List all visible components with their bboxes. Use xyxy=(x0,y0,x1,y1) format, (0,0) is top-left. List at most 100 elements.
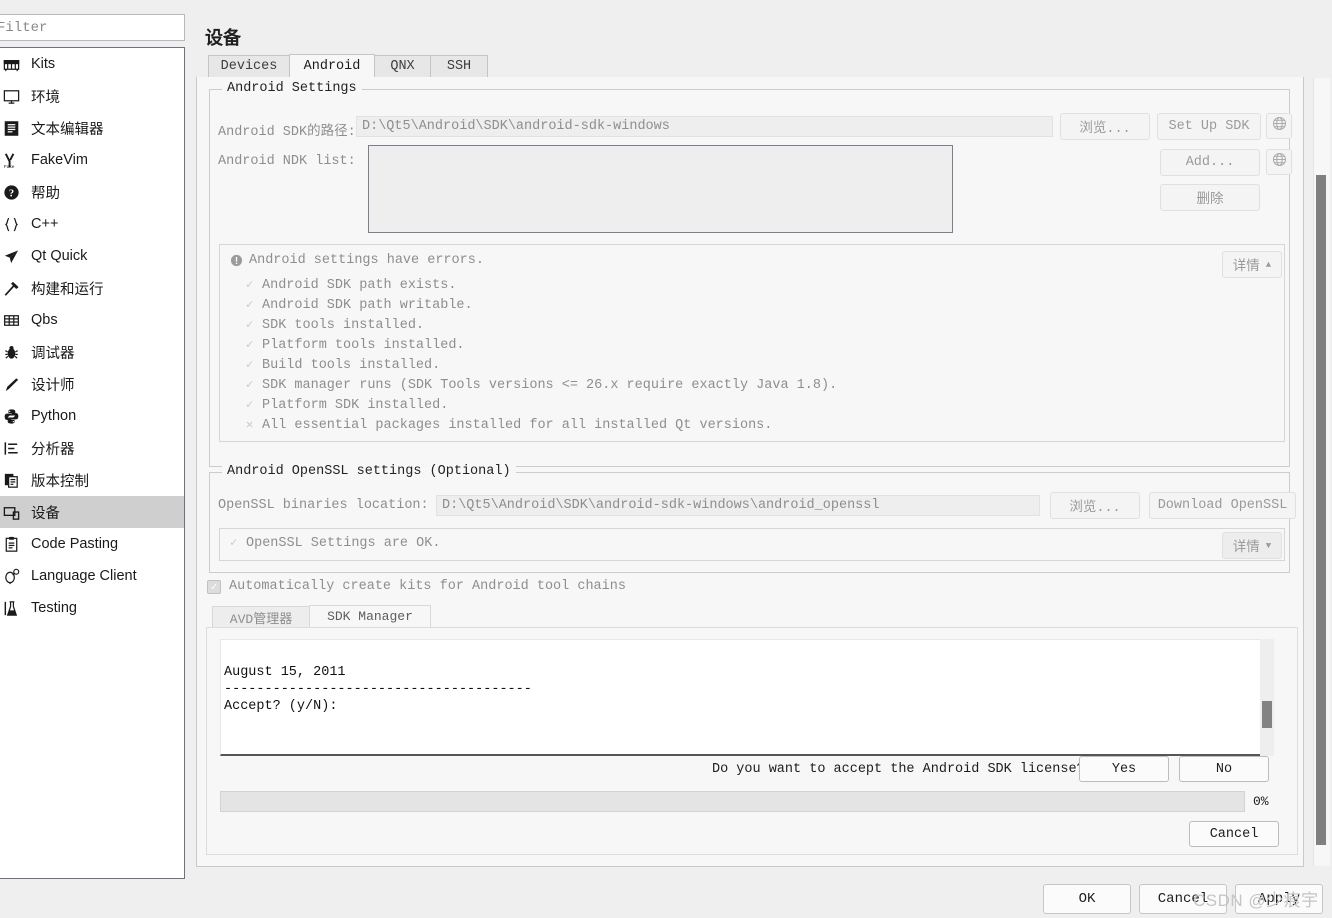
kits-icon xyxy=(1,54,21,74)
sidebar-item-label: FakeVim xyxy=(31,152,88,168)
issue-text: SDK manager runs (SDK Tools versions <= … xyxy=(262,378,838,393)
sdk-manager-panel: August 15, 2011 ------------------------… xyxy=(206,627,1298,855)
openssl-status-row: ✓ OpenSSL Settings are OK. xyxy=(230,535,440,555)
language-client-icon xyxy=(1,566,21,586)
sidebar-item-6[interactable]: Qt Quick xyxy=(0,240,184,272)
sidebar-item-label: 设计师 xyxy=(31,377,75,394)
sidebar-item-10[interactable]: 设计师 xyxy=(0,368,184,400)
sidebar-item-8[interactable]: Qbs xyxy=(0,304,184,336)
openssl-browse-button[interactable]: 浏览... xyxy=(1050,492,1140,519)
sidebar-item-label: Language Client xyxy=(31,568,137,584)
braces-icon xyxy=(1,214,21,234)
flask-icon xyxy=(1,598,21,618)
analyzer-icon xyxy=(1,438,21,458)
license-scrollbar-track[interactable] xyxy=(1260,639,1274,756)
download-openssl-button[interactable]: Download OpenSSL xyxy=(1149,492,1296,519)
issues-header: Android settings have errors. xyxy=(230,253,484,268)
pane-scrollbar-thumb[interactable] xyxy=(1316,175,1326,845)
ndk-list[interactable] xyxy=(368,145,953,233)
sidebar-item-label: C++ xyxy=(31,216,59,232)
sdk-path-globe-button[interactable] xyxy=(1266,113,1292,139)
tab-devices[interactable]: Devices xyxy=(208,55,290,77)
sidebar-item-17[interactable]: Testing xyxy=(0,592,184,624)
settings-category-list[interactable]: Kits 环境 文本编辑器 Fake FakeVim? 帮助 C++ Qt Quick 构建和运… xyxy=(0,47,185,879)
subtab-avd-manager[interactable]: AVD管理器 xyxy=(212,606,310,627)
sdk-path-input[interactable]: D:\Qt5\Android\SDK\android-sdk-windows xyxy=(356,116,1053,137)
sidebar-item-7[interactable]: 构建和运行 xyxy=(0,272,184,304)
subtab-sdk-manager[interactable]: SDK Manager xyxy=(309,605,431,627)
check-icon: ✓ xyxy=(246,398,254,412)
tab-qnx[interactable]: QNX xyxy=(374,55,431,77)
check-icon: ✓ xyxy=(246,278,254,292)
subtab-label: AVD管理器 xyxy=(229,611,293,627)
check-icon: ✓ xyxy=(246,298,254,312)
openssl-location-label: OpenSSL binaries location: xyxy=(218,498,429,513)
sidebar-item-label: 版本控制 xyxy=(31,473,89,490)
svg-text:?: ? xyxy=(8,188,13,199)
sidebar-item-4[interactable]: ? 帮助 xyxy=(0,176,184,208)
svg-text:Fake: Fake xyxy=(3,164,14,170)
tab-ssh[interactable]: SSH xyxy=(430,55,488,77)
bug-icon xyxy=(1,342,21,362)
sidebar-item-5[interactable]: C++ xyxy=(0,208,184,240)
android-subtabbar[interactable]: AVD管理器 SDK Manager xyxy=(212,605,1292,627)
fakevim-icon: Fake xyxy=(1,150,21,170)
ndk-add-button[interactable]: Add... xyxy=(1160,149,1260,176)
issue-row: ✓ Platform tools installed. xyxy=(246,337,837,357)
sdk-progress-bar xyxy=(220,791,1245,812)
sidebar-item-label: Qbs xyxy=(31,312,58,328)
python-icon xyxy=(1,406,21,426)
sidebar-item-15[interactable]: Code Pasting xyxy=(0,528,184,560)
sidebar-item-16[interactable]: Language Client xyxy=(0,560,184,592)
sidebar-item-0[interactable]: Kits xyxy=(0,48,184,80)
issue-row: ✕ All essential packages installed for al… xyxy=(246,417,837,437)
sdk-cancel-button[interactable]: Cancel xyxy=(1189,821,1279,847)
check-icon: ✓ xyxy=(246,338,254,352)
openssl-details-label: 详情 xyxy=(1232,541,1260,556)
apply-button[interactable]: Apply xyxy=(1235,884,1323,914)
sidebar-item-label: 帮助 xyxy=(31,185,60,202)
sidebar-item-label: Code Pasting xyxy=(31,536,119,552)
auto-create-kits-label: Automatically create kits for Android to… xyxy=(229,579,626,594)
sdk-license-output[interactable]: August 15, 2011 ------------------------… xyxy=(220,639,1270,756)
subtab-label: SDK Manager xyxy=(327,609,413,624)
tab-android[interactable]: Android xyxy=(289,54,375,77)
help-question-icon: ? xyxy=(1,182,21,202)
cancel-button[interactable]: Cancel xyxy=(1139,884,1227,914)
sidebar-item-1[interactable]: 环境 xyxy=(0,80,184,112)
openssl-location-input[interactable]: D:\Qt5\Android\SDK\android-sdk-windows\a… xyxy=(436,495,1040,516)
issue-text: Platform SDK installed. xyxy=(262,398,449,413)
openssl-group-title: Android OpenSSL settings (Optional) xyxy=(222,464,516,479)
license-yes-button[interactable]: Yes xyxy=(1079,756,1169,782)
sidebar-item-12[interactable]: 分析器 xyxy=(0,432,184,464)
auto-create-kits-checkbox[interactable]: ✓ xyxy=(207,579,221,594)
sidebar-item-label: 分析器 xyxy=(31,441,75,458)
auto-create-kits-row[interactable]: ✓ Automatically create kits for Android … xyxy=(207,579,626,594)
license-question: Do you want to accept the Android SDK li… xyxy=(712,762,1085,777)
monitor-icon xyxy=(1,86,21,106)
ndk-globe-button[interactable] xyxy=(1266,149,1292,175)
sidebar-item-14[interactable]: 设备 xyxy=(0,496,184,528)
chevron-down-icon: ▼ xyxy=(1265,540,1272,551)
sidebar-item-label: 环境 xyxy=(31,89,60,106)
openssl-details-button[interactable]: 详情 ▼ xyxy=(1222,532,1282,559)
sidebar-item-11[interactable]: Python xyxy=(0,400,184,432)
sidebar-item-13[interactable]: 版本控制 xyxy=(0,464,184,496)
text-editor-icon xyxy=(1,118,21,138)
sdk-path-browse-button[interactable]: 浏览... xyxy=(1060,113,1150,140)
clipboard-icon xyxy=(1,534,21,554)
filter-input[interactable] xyxy=(0,14,185,41)
ndk-list-label: Android NDK list: xyxy=(218,154,356,169)
android-issues-details-button[interactable]: 详情 ▲ xyxy=(1222,251,1282,278)
license-no-button[interactable]: No xyxy=(1179,756,1269,782)
tab-label: QNX xyxy=(390,59,415,74)
sidebar-item-9[interactable]: 调试器 xyxy=(0,336,184,368)
license-scrollbar-thumb[interactable] xyxy=(1262,701,1272,728)
sidebar-item-3[interactable]: Fake FakeVim xyxy=(0,144,184,176)
device-tabbar[interactable]: Devices Android QNX SSH xyxy=(196,54,1304,78)
ndk-remove-button[interactable]: 删除 xyxy=(1160,184,1260,211)
ok-button[interactable]: OK xyxy=(1043,884,1131,914)
setup-sdk-button[interactable]: Set Up SDK xyxy=(1157,113,1261,140)
sidebar-item-2[interactable]: 文本编辑器 xyxy=(0,112,184,144)
settings-content-pane: 设备 Devices Android QNX SSH Android Settings… xyxy=(196,0,1332,918)
